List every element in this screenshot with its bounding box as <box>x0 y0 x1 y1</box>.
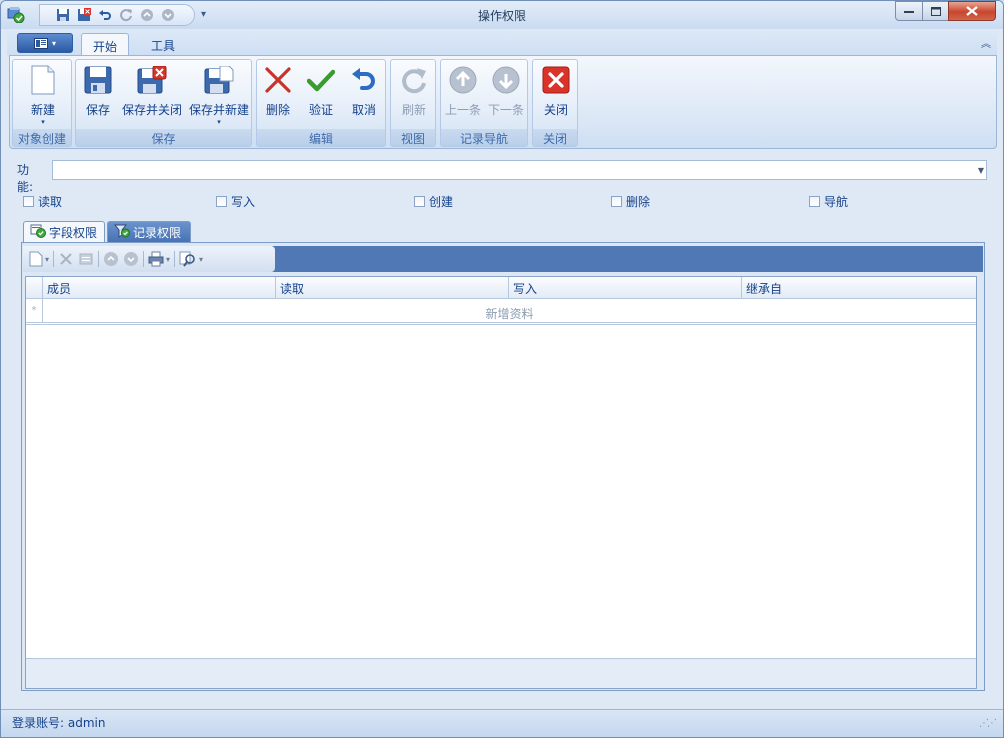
ribbon-tab-row: ▾ 开始 工具 ︽ <box>7 31 997 56</box>
close-window-button[interactable] <box>948 1 996 21</box>
checkbox-read[interactable]: 读取 <box>23 193 62 210</box>
toolbar-separator <box>98 251 100 267</box>
close-button[interactable]: 关闭 <box>538 64 574 126</box>
ribbon: 新建 ▾ 对象创建 保存 保存并关闭 保存并新建 ▾ 保存 删除 验证 取消 编… <box>9 55 997 149</box>
checkmark-icon <box>305 64 337 96</box>
delete-button[interactable]: 删除 <box>260 64 296 126</box>
column-header-read[interactable]: 读取 <box>276 277 509 299</box>
chevron-down-icon: ▾ <box>199 254 204 264</box>
grid-toolbar: ▾ ▾ ▾ <box>23 246 983 272</box>
previous-record-button[interactable]: 上一条 <box>443 64 483 126</box>
tab-field-permissions[interactable]: 字段权限 <box>23 221 105 243</box>
resize-grip-icon[interactable]: ⋰⋰ <box>979 718 997 729</box>
minimize-button[interactable] <box>895 1 923 21</box>
chevron-down-icon: ▾ <box>51 38 56 48</box>
save-close-icon <box>136 64 168 96</box>
column-header-write[interactable]: 写入 <box>509 277 742 299</box>
checkbox-box[interactable] <box>809 196 820 207</box>
tab-home[interactable]: 开始 <box>81 33 130 56</box>
maximize-button[interactable] <box>922 1 949 21</box>
save-and-new-button[interactable]: 保存并新建 ▾ <box>187 64 251 126</box>
new-document-icon <box>27 64 59 96</box>
grid-find-button[interactable]: ▾ <box>179 250 203 268</box>
collapse-ribbon-icon[interactable]: ︽ <box>981 35 991 50</box>
save-and-close-button[interactable]: 保存并关闭 <box>120 64 184 126</box>
window-title: 操作权限 <box>477 9 526 23</box>
permissions-grid: 成员 读取 写入 继承自 * 新增资料 <box>25 276 977 689</box>
arrow-up-icon <box>447 64 479 96</box>
grid-print-button[interactable]: ▾ <box>148 250 170 268</box>
chevron-down-icon: ▾ <box>217 118 221 126</box>
new-row-marker: * <box>26 299 43 323</box>
refresh-button[interactable]: 刷新 <box>396 64 432 126</box>
function-combobox[interactable]: ▼ <box>52 160 987 180</box>
column-header-member[interactable]: 成员 <box>43 277 276 299</box>
toolbar-separator <box>143 251 145 267</box>
toolbar-separator <box>174 251 176 267</box>
group-label: 记录导航 <box>441 129 527 146</box>
delete-x-icon <box>262 64 294 96</box>
save-new-icon <box>203 64 235 96</box>
ribbon-group-navigation: 上一条 下一条 记录导航 <box>440 59 528 147</box>
new-button[interactable]: 新建 ▾ <box>21 64 65 126</box>
field-permissions-panel: ▾ ▾ ▾ 成员 读取 写入 继承自 * 新增资料 <box>21 242 985 691</box>
group-label: 关闭 <box>533 129 577 146</box>
chevron-down-icon: ▾ <box>166 254 171 264</box>
grid-up-icon[interactable] <box>103 250 119 268</box>
login-account-status: 登录账号: admin <box>12 716 106 730</box>
refresh-icon <box>398 64 430 96</box>
checkbox-box[interactable] <box>216 196 227 207</box>
group-label: 保存 <box>76 129 251 146</box>
group-label: 视图 <box>391 129 435 146</box>
checkbox-box[interactable] <box>23 196 34 207</box>
grid-toolbar-buttons: ▾ ▾ ▾ <box>23 246 275 272</box>
toolbar-separator <box>53 251 55 267</box>
checkbox-box[interactable] <box>611 196 622 207</box>
save-icon <box>82 64 114 96</box>
ribbon-group-edit: 删除 验证 取消 编辑 <box>256 59 386 147</box>
field-permission-icon <box>30 224 46 241</box>
tab-record-permissions[interactable]: 记录权限 <box>107 221 191 243</box>
grid-header: 成员 读取 写入 继承自 <box>26 277 976 299</box>
new-row-text[interactable]: 新增资料 <box>43 305 976 322</box>
checkbox-box[interactable] <box>414 196 425 207</box>
checkbox-delete[interactable]: 删除 <box>611 193 650 210</box>
chevron-down-icon: ▾ <box>45 254 50 264</box>
validate-button[interactable]: 验证 <box>303 64 339 126</box>
chevron-down-icon[interactable]: ▼ <box>978 166 984 175</box>
grid-new-button[interactable]: ▾ <box>29 250 49 268</box>
app-window: ▾ 操作权限 ▾ 开始 工具 ︽ 新建 ▾ 对象创建 保存 保存并关闭 保存并新… <box>0 0 1004 738</box>
row-indicator-header <box>26 277 43 299</box>
title-bar: ▾ 操作权限 <box>1 1 1003 29</box>
ribbon-group-close: 关闭 关闭 <box>532 59 578 147</box>
grid-footer <box>26 658 976 688</box>
ribbon-group-create: 新建 ▾ 对象创建 <box>12 59 72 147</box>
arrow-down-icon <box>490 64 522 96</box>
cancel-button[interactable]: 取消 <box>346 64 382 126</box>
undo-icon <box>348 64 380 96</box>
ribbon-group-save: 保存 保存并关闭 保存并新建 ▾ 保存 <box>75 59 252 147</box>
app-menu-button[interactable]: ▾ <box>17 33 73 53</box>
group-label: 对象创建 <box>13 129 71 146</box>
chevron-down-icon: ▾ <box>41 118 45 126</box>
save-button[interactable]: 保存 <box>80 64 116 126</box>
checkbox-create[interactable]: 创建 <box>414 193 453 210</box>
status-bar: 登录账号: admin ⋰⋰ <box>1 709 1003 737</box>
new-item-row[interactable]: * 新增资料 <box>26 299 976 325</box>
checkbox-write[interactable]: 写入 <box>216 193 255 210</box>
next-record-button[interactable]: 下一条 <box>486 64 526 126</box>
group-label: 编辑 <box>257 129 385 146</box>
record-permission-icon <box>113 224 130 241</box>
checkbox-navigate[interactable]: 导航 <box>809 193 848 210</box>
ribbon-group-view: 刷新 视图 <box>390 59 436 147</box>
close-icon <box>540 64 572 96</box>
column-header-inherited-from[interactable]: 继承自 <box>742 277 976 299</box>
function-label: 功能: <box>17 163 34 194</box>
grid-delete-icon[interactable] <box>58 250 74 268</box>
grid-down-icon[interactable] <box>123 250 139 268</box>
tab-tools[interactable]: 工具 <box>140 33 186 56</box>
grid-filter-icon[interactable] <box>78 250 94 268</box>
